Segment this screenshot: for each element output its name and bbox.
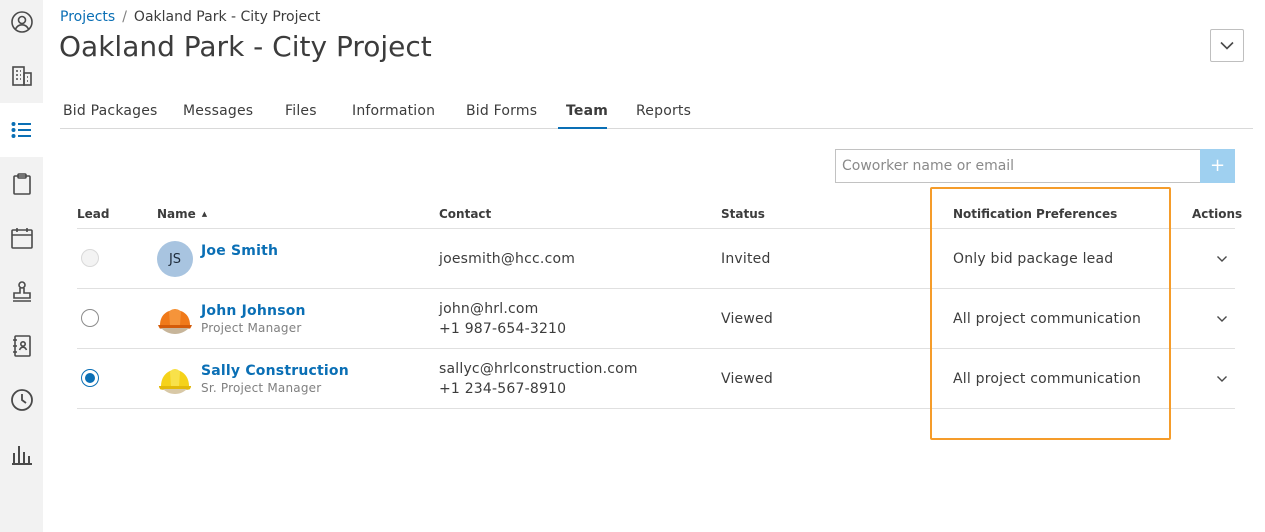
sidebar-item-history[interactable] (0, 373, 43, 427)
column-header-name-label: Name (157, 207, 196, 221)
tab-team[interactable]: Team (566, 103, 608, 119)
column-header-status: Status (721, 207, 765, 221)
sidebar-item-calendar[interactable] (0, 211, 43, 265)
avatar: JS (157, 241, 193, 277)
tab-bar: Bid Packages Messages Files Information … (60, 96, 1253, 129)
sort-ascending-icon: ▲ (201, 210, 208, 218)
avatar (157, 361, 193, 397)
building-icon (11, 66, 32, 86)
sidebar-item-reports[interactable] (0, 427, 43, 481)
clipboard-icon (12, 173, 31, 195)
member-status: Viewed (721, 371, 773, 387)
sidebar-item-profile[interactable] (0, 0, 43, 49)
sidebar-item-bids[interactable] (0, 157, 43, 211)
sidebar-item-stamp[interactable] (0, 265, 43, 319)
active-tab-indicator (558, 127, 607, 129)
member-name-link[interactable]: John Johnson (201, 303, 306, 319)
member-email: sallyc@hrlconstruction.com (439, 361, 638, 377)
sidebar-item-projects[interactable] (0, 103, 43, 157)
member-role: Project Manager (201, 321, 302, 335)
tab-files[interactable]: Files (285, 103, 317, 119)
breadcrumb-projects-link[interactable]: Projects (60, 9, 115, 25)
add-coworker-button[interactable]: + (1200, 149, 1235, 183)
address-book-icon (12, 335, 31, 357)
breadcrumb: Projects / Oakland Park - City Project (60, 9, 320, 25)
lead-radio (81, 249, 99, 267)
member-name-link[interactable]: Sally Construction (201, 363, 349, 379)
tab-bid-packages[interactable]: Bid Packages (63, 103, 158, 119)
user-circle-icon (10, 11, 33, 33)
table-divider (77, 408, 1235, 409)
lead-radio[interactable] (81, 309, 99, 327)
column-header-name[interactable]: Name ▲ (157, 207, 207, 221)
page-title: Oakland Park - City Project (59, 30, 432, 63)
tab-messages[interactable]: Messages (183, 103, 253, 119)
notification-preference: All project communication (953, 311, 1142, 327)
project-menu-button[interactable] (1210, 29, 1244, 62)
sidebar-item-companies[interactable] (0, 49, 43, 103)
orange-hardhat-icon (158, 309, 192, 334)
member-phone: +1 987-654-3210 (439, 321, 567, 337)
member-phone: +1 234-567-8910 (439, 381, 567, 397)
sidebar-item-directory[interactable] (0, 319, 43, 373)
lead-radio[interactable] (81, 369, 99, 387)
notification-preference: Only bid package lead (953, 251, 1114, 267)
breadcrumb-separator: / (122, 9, 127, 25)
plus-icon: + (1209, 155, 1226, 176)
notification-preference: All project communication (953, 371, 1142, 387)
row-actions-chevron-icon[interactable] (1216, 315, 1228, 323)
column-header-lead: Lead (77, 207, 110, 221)
member-name-link[interactable]: Joe Smith (201, 243, 278, 259)
tab-reports[interactable]: Reports (636, 103, 691, 119)
tab-information[interactable]: Information (352, 103, 435, 119)
breadcrumb-current: Oakland Park - City Project (133, 9, 321, 25)
column-header-actions: Actions (1192, 207, 1243, 221)
clock-icon (10, 389, 33, 411)
member-email: john@hrl.com (439, 301, 539, 317)
tab-bid-forms[interactable]: Bid Forms (466, 103, 537, 119)
chevron-down-icon (1220, 41, 1234, 50)
stamp-icon (12, 281, 31, 302)
bar-chart-icon (11, 446, 32, 465)
column-header-contact: Contact (439, 207, 492, 221)
list-icon (11, 122, 31, 138)
coworker-search-input[interactable] (835, 149, 1201, 183)
member-status: Invited (721, 251, 771, 267)
table-divider (77, 348, 1235, 349)
column-header-notifications: Notification Preferences (953, 207, 1118, 221)
avatar (157, 301, 193, 337)
table-divider (77, 228, 1235, 229)
member-email: joesmith@hcc.com (439, 251, 576, 267)
yellow-hardhat-icon (159, 369, 191, 394)
table-divider (77, 288, 1235, 289)
calendar-icon (10, 228, 33, 249)
row-actions-chevron-icon[interactable] (1216, 375, 1228, 383)
sidebar (0, 0, 43, 532)
member-status: Viewed (721, 311, 773, 327)
member-role: Sr. Project Manager (201, 381, 322, 395)
row-actions-chevron-icon[interactable] (1216, 255, 1228, 263)
